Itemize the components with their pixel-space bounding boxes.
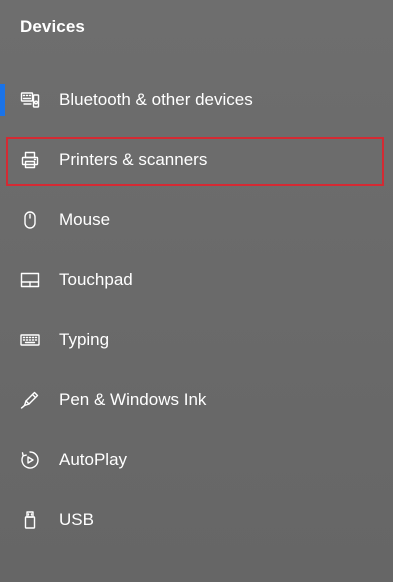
nav-item-label: Typing — [59, 330, 110, 349]
nav-item-typing[interactable]: Typing — [0, 310, 393, 370]
nav-item-bluetooth[interactable]: Bluetooth & other devices — [0, 70, 393, 130]
nav-item-label: Pen & Windows Ink — [59, 390, 207, 409]
usb-icon — [19, 509, 41, 531]
nav-item-label: AutoPlay — [59, 450, 128, 469]
printer-icon — [19, 149, 41, 171]
pen-icon — [19, 389, 41, 411]
nav-item-label: Bluetooth & other devices — [59, 90, 253, 109]
indicator — [0, 324, 5, 356]
indicator — [0, 204, 5, 236]
touchpad-icon — [19, 269, 41, 291]
nav-item-label: Printers & scanners — [59, 150, 208, 169]
section-title: Devices — [20, 17, 85, 36]
autoplay-icon — [19, 449, 41, 471]
nav-item-autoplay[interactable]: AutoPlay — [0, 430, 393, 490]
nav-item-usb[interactable]: USB — [0, 490, 393, 550]
settings-devices-pane: Devices Bluetooth & other devices Printe… — [0, 0, 393, 582]
nav-item-label: USB — [59, 510, 94, 529]
nav-item-pen-windows-ink[interactable]: Pen & Windows Ink — [0, 370, 393, 430]
indicator — [0, 264, 5, 296]
devices-nav-list: Bluetooth & other devices Printers & sca… — [0, 70, 393, 550]
indicator — [0, 144, 5, 176]
nav-item-label: Touchpad — [59, 270, 133, 289]
indicator — [0, 384, 5, 416]
nav-item-printers-scanners[interactable]: Printers & scanners — [0, 130, 393, 190]
nav-item-label: Mouse — [59, 210, 111, 229]
active-indicator — [0, 84, 5, 116]
bluetooth-devices-icon — [19, 89, 41, 111]
indicator — [0, 504, 5, 536]
nav-item-touchpad[interactable]: Touchpad — [0, 250, 393, 310]
indicator — [0, 444, 5, 476]
mouse-icon — [19, 209, 41, 231]
keyboard-icon — [19, 329, 41, 351]
nav-item-mouse[interactable]: Mouse — [0, 190, 393, 250]
